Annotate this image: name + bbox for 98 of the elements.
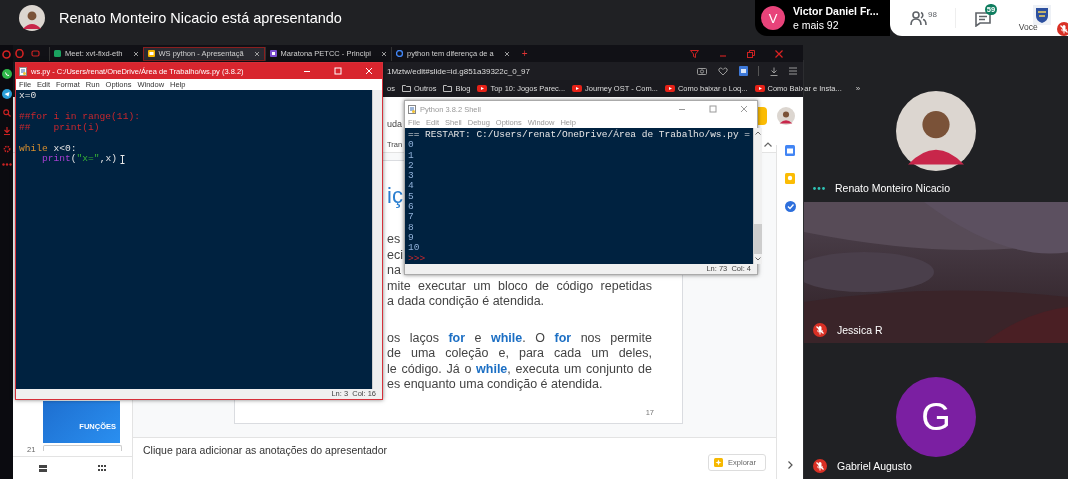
telegram-icon[interactable] <box>1 89 12 99</box>
close-icon[interactable] <box>503 50 510 57</box>
participant-name: Gabriel Augusto <box>837 460 912 472</box>
shield-icon <box>1032 5 1051 25</box>
output-line: 2 <box>408 160 414 172</box>
avatar <box>19 5 45 31</box>
people-icon[interactable] <box>910 10 928 26</box>
browser-logo-icon[interactable] <box>15 49 24 58</box>
output-line: 8 <box>408 222 414 233</box>
search-icon[interactable] <box>2 109 11 117</box>
close-icon[interactable] <box>132 50 139 57</box>
maximize-icon[interactable] <box>709 105 717 113</box>
address-field[interactable]: 1Mztw/edit#slide=id.g851a39322c_0_97 <box>387 66 530 76</box>
tab-favicon-icon <box>269 50 277 57</box>
close-icon[interactable] <box>253 50 260 57</box>
output-line: == RESTART: C:/Users/renat/OneDrive/Área de Trabalho/ws.py = <box>408 130 751 141</box>
python-file-icon <box>408 104 416 114</box>
close-icon[interactable] <box>381 50 388 57</box>
ring-icon[interactable] <box>2 50 11 59</box>
code-area[interactable]: x=0 ##for i in range(11): ## print(i) while x<0: print("x=",x) <box>16 90 372 389</box>
slide-text: mite executar um bloco de código repetidas <box>387 278 652 294</box>
output-line: 5 <box>408 191 414 203</box>
scroll-thumb[interactable] <box>754 224 763 254</box>
new-tab-button[interactable]: + <box>521 48 528 59</box>
heart-icon[interactable] <box>718 66 728 76</box>
slide-text: os laços for e while. O for nos permite <box>387 330 652 346</box>
filter-icon[interactable] <box>690 49 699 58</box>
python-file-icon <box>19 66 27 76</box>
tab-favicon-icon <box>147 50 155 57</box>
slide-heading: iç <box>387 183 403 209</box>
menu-item[interactable]: uda <box>387 119 403 129</box>
list-view-icon[interactable] <box>38 464 47 472</box>
sparkle-icon <box>714 458 724 467</box>
output-line: 1 <box>408 150 414 161</box>
restore-icon[interactable] <box>747 49 755 58</box>
output-line: 3 <box>408 171 414 182</box>
slide-text: de uma coleção e, para cada um deles, <box>387 346 652 362</box>
output-line: 7 <box>408 212 414 223</box>
camera-icon[interactable] <box>697 67 707 75</box>
output-line: 9 <box>408 232 414 244</box>
play-icon <box>664 85 675 92</box>
code-area[interactable]: == RESTART: C:/Users/renat/OneDrive/Área de Trabalho/ws.py = 0 1 2 3 4 5 6 7 8 9 10 >>> <box>405 128 754 264</box>
presenter-title: Renato Monteiro Nicacio está apresentando <box>59 10 342 26</box>
output-line: 10 <box>408 243 420 254</box>
code-line: while x<0: <box>19 143 77 154</box>
more-icon[interactable] <box>1 163 12 166</box>
participant-name: Victor Daniel Fr... <box>793 4 879 18</box>
slide-text: es enquanto uma condição é atendida. <box>387 377 604 393</box>
slide-text: a dada condição é atendida. <box>387 294 546 310</box>
mic-off-icon[interactable] <box>1056 22 1068 36</box>
slide-text: na <box>387 263 401 279</box>
play-icon <box>754 85 765 92</box>
participant-name: Jessica R <box>837 324 883 336</box>
text-cursor-icon <box>120 155 125 164</box>
check-circle-icon[interactable] <box>784 201 796 212</box>
menu-icon[interactable] <box>789 67 797 75</box>
arrow-up-icon[interactable] <box>755 131 762 135</box>
arrow-down-icon[interactable] <box>755 257 762 261</box>
whatsapp-icon[interactable] <box>1 69 12 79</box>
slide-text: le código. Já o while, executa um conjunto de <box>387 361 652 377</box>
slide-thumbnail[interactable] <box>43 445 122 451</box>
scrollbar[interactable] <box>753 128 763 264</box>
folder-icon <box>401 85 411 92</box>
slide-text: eci <box>387 247 403 263</box>
avatar: V <box>761 6 785 30</box>
extension-icon[interactable] <box>739 66 748 76</box>
calendar-icon[interactable] <box>785 145 795 156</box>
play-icon <box>572 85 583 92</box>
code-line: print("x=",x) <box>41 154 117 165</box>
code-line: ## print(i) <box>19 122 100 133</box>
folder-icon <box>443 85 453 92</box>
download-icon[interactable] <box>770 66 778 76</box>
avatar <box>777 107 795 125</box>
notes-placeholder: Clique para adicionar as anotações do apresentador <box>143 444 387 456</box>
action-button[interactable] <box>758 107 767 125</box>
participant-name: Renato Monteiro Nicacio <box>835 182 950 194</box>
globe-icon <box>396 50 404 57</box>
tab-favicon-icon <box>54 50 61 57</box>
chevron-right-icon[interactable] <box>787 461 793 469</box>
output-line: >>> <box>408 253 426 264</box>
more-bookmarks-button[interactable]: » <box>855 84 861 93</box>
slide-text: es <box>387 232 401 248</box>
scrollbar[interactable] <box>372 90 382 389</box>
self-label: Você <box>1018 22 1038 32</box>
output-line: 6 <box>408 202 414 213</box>
participant-count: 98 <box>928 10 937 19</box>
participants-card[interactable]: V Victor Daniel Fr... e mais 92 <box>755 0 890 36</box>
code-line: ##for i in range(11): <box>19 112 140 123</box>
output-line: 4 <box>408 181 414 192</box>
play-icon <box>477 85 488 92</box>
participant-count: e mais 92 <box>793 18 840 32</box>
grid-view-icon[interactable] <box>98 464 107 472</box>
chevron-up-icon[interactable] <box>764 142 772 147</box>
avatar: G <box>896 377 976 457</box>
code-line: x=0 <box>19 91 37 102</box>
close-icon[interactable] <box>775 49 783 58</box>
output-line: 0 <box>408 140 414 151</box>
download-icon[interactable] <box>2 127 11 135</box>
